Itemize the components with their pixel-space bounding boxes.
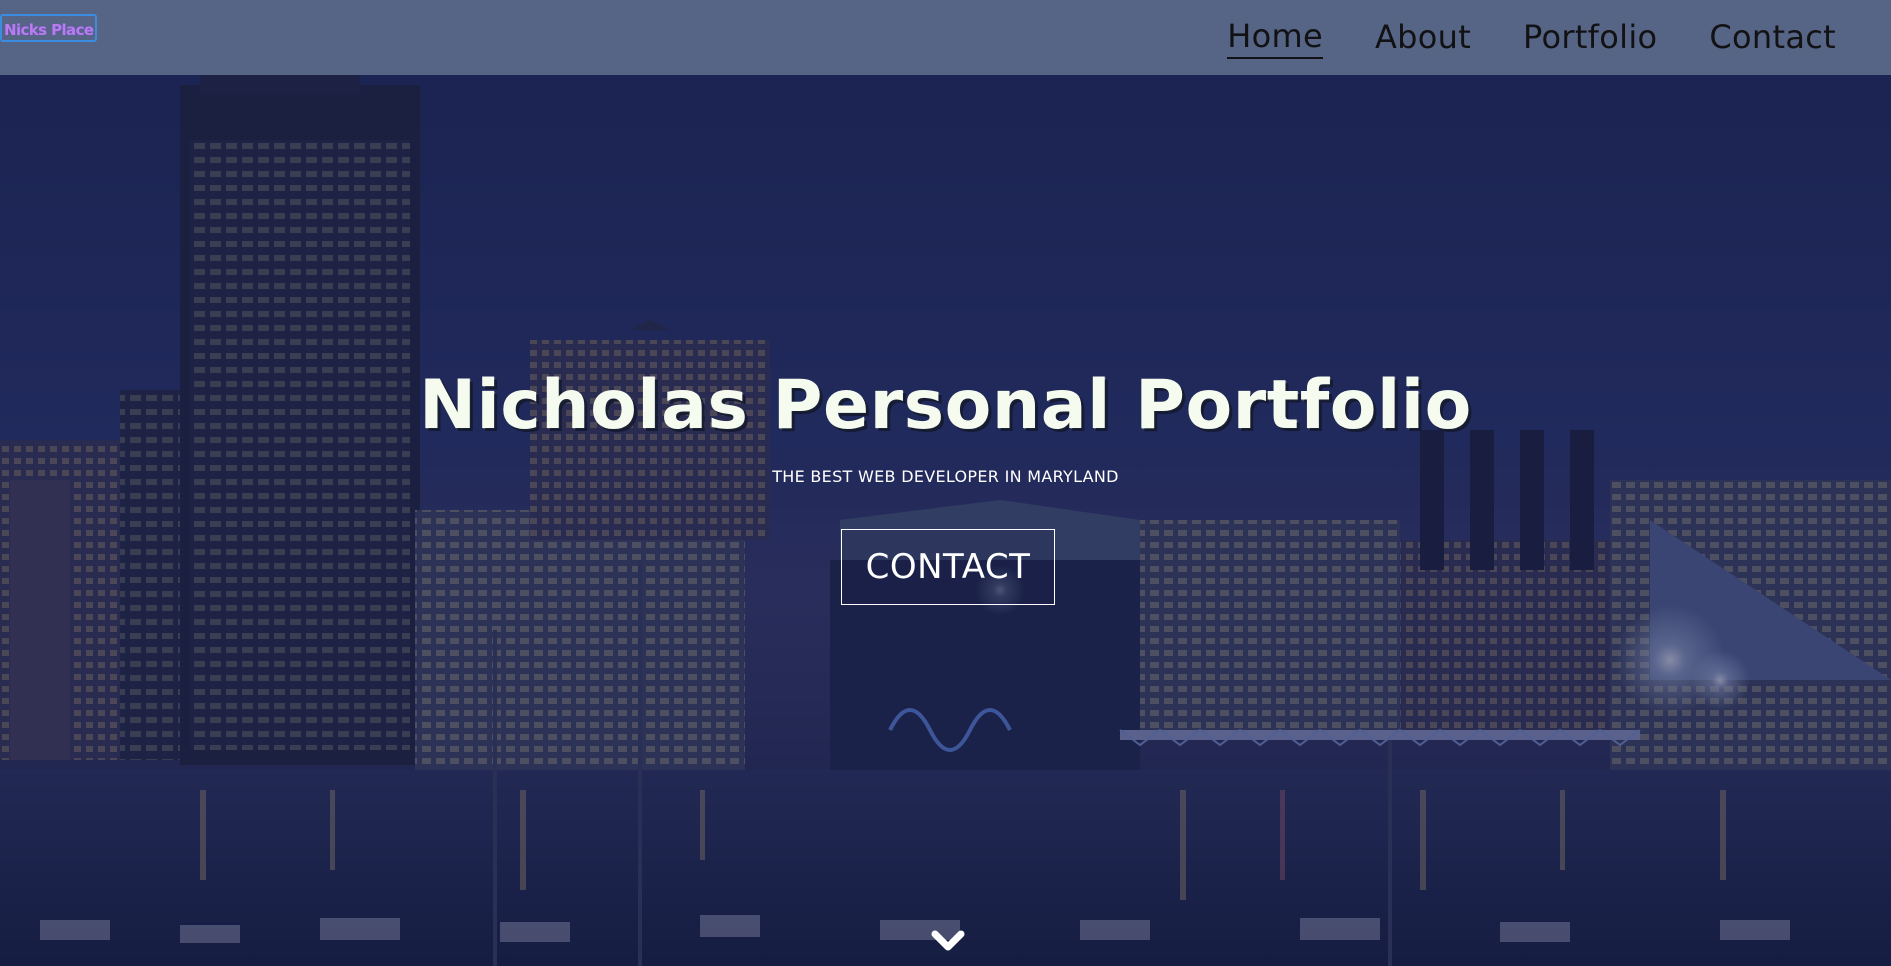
site-logo[interactable]: Nicks Place	[0, 14, 98, 42]
chevron-down-icon[interactable]	[930, 928, 966, 954]
top-navbar: Nicks Place Home About Portfolio Contact	[0, 0, 1891, 75]
hero-title: Nicholas Personal Portfolio	[419, 366, 1472, 445]
nav-link-portfolio[interactable]: Portfolio	[1523, 18, 1657, 58]
nav-link-contact[interactable]: Contact	[1709, 18, 1836, 58]
nav-link-about[interactable]: About	[1375, 18, 1471, 58]
contact-button[interactable]: CONTACT	[841, 529, 1055, 605]
page: Nicks Place Home About Portfolio Contact…	[0, 0, 1891, 966]
nav-link-home[interactable]: Home	[1227, 17, 1323, 59]
nav-links: Home About Portfolio Contact	[1227, 0, 1836, 75]
hero-subtitle: THE BEST WEB DEVELOPER IN MARYLAND	[772, 467, 1119, 486]
